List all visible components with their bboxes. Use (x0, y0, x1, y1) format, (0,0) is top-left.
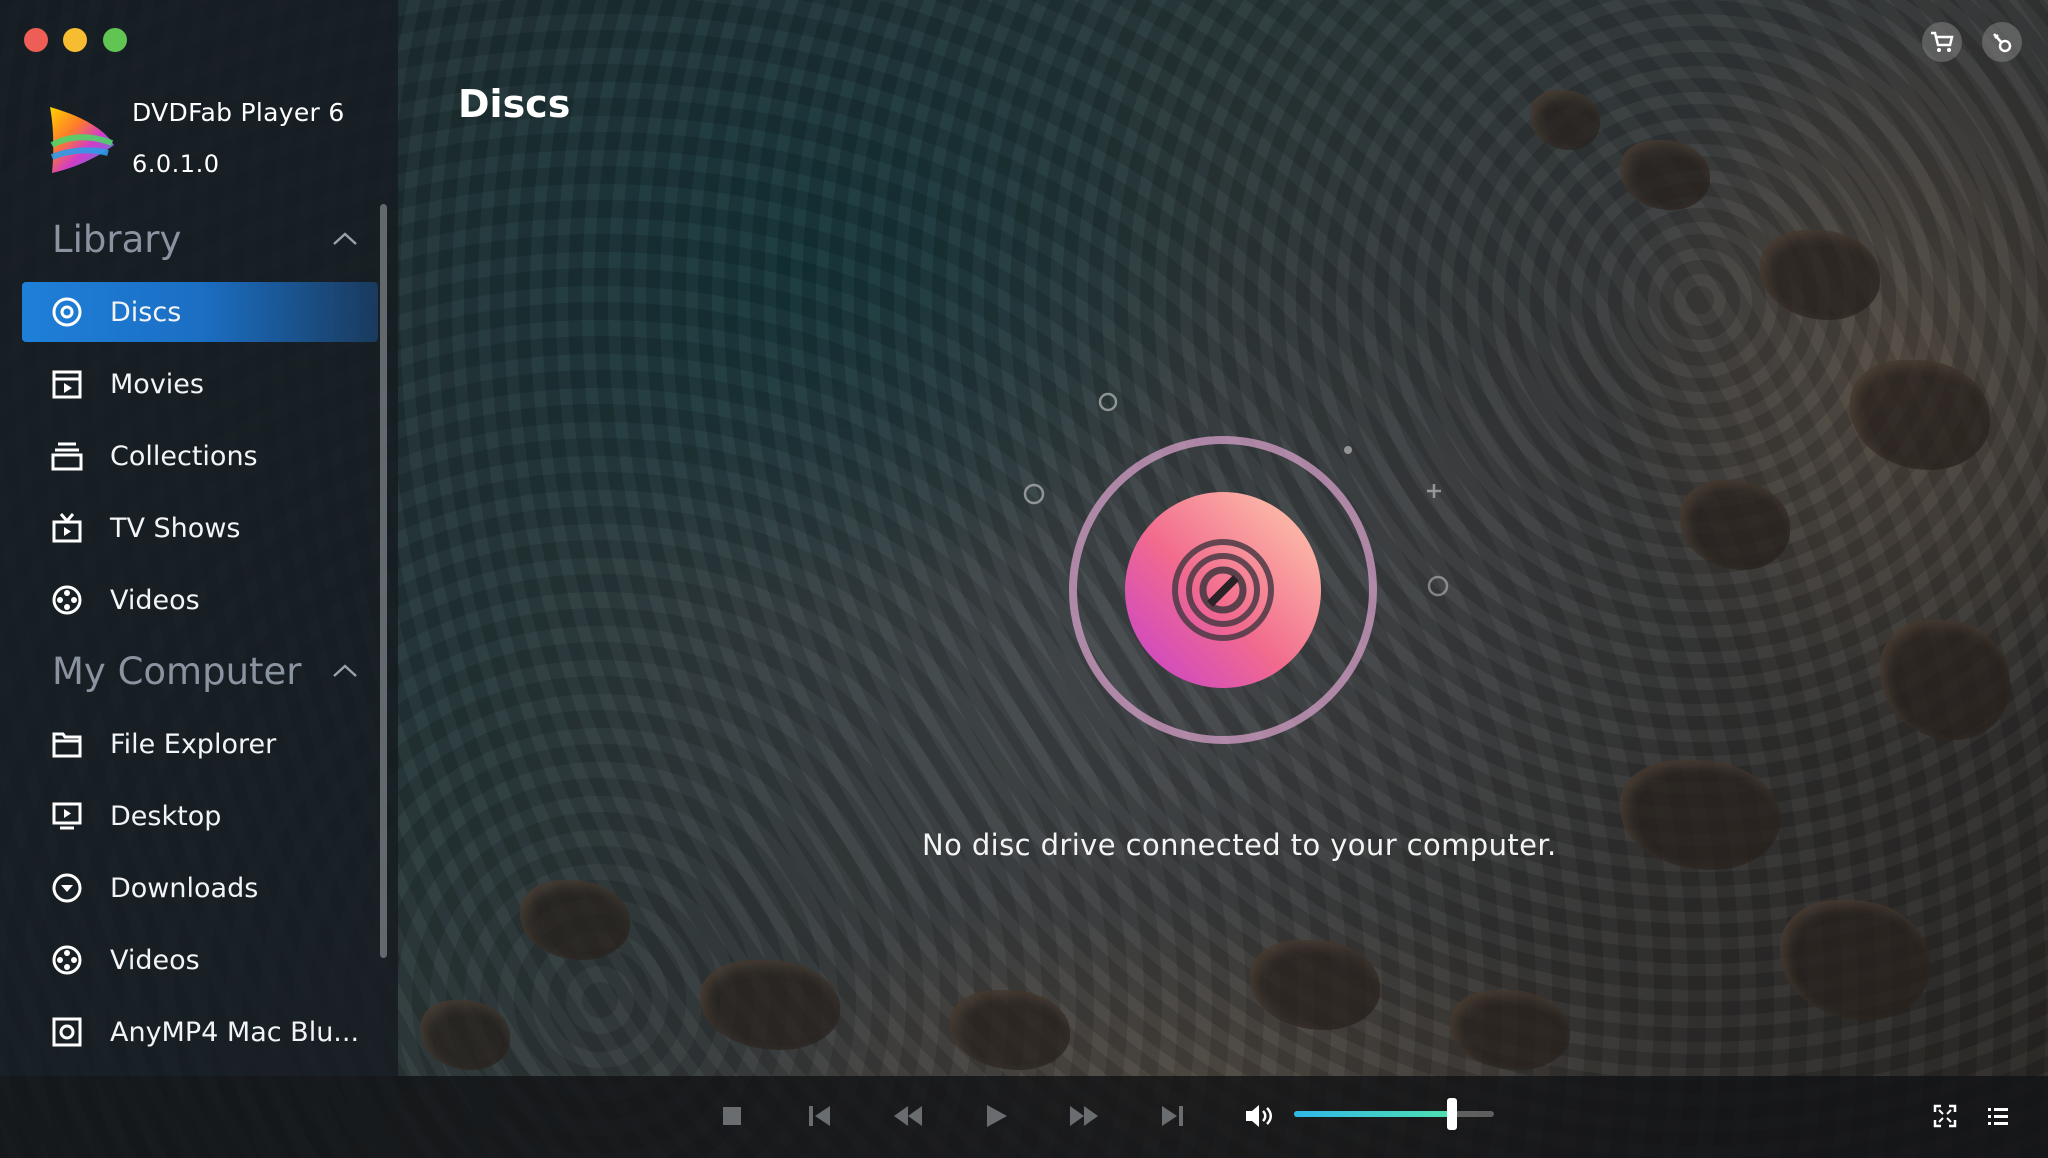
library-section-title: Library (52, 218, 182, 261)
sidebar-item-label: Videos (110, 944, 200, 976)
sidebar-item-label: Downloads (110, 872, 259, 904)
register-button[interactable] (1982, 22, 2022, 62)
tv-icon (50, 511, 84, 545)
sidebar-item-label: AnyMP4 Mac Blu... (110, 1016, 360, 1048)
fullscreen-button[interactable] (1927, 1098, 1963, 1134)
sidebar-item-label: Movies (110, 368, 204, 400)
volume-icon (1246, 1105, 1272, 1127)
cart-button[interactable] (1922, 22, 1962, 62)
rewind-button[interactable] (890, 1098, 926, 1134)
sidebar-scrollbar[interactable] (380, 204, 387, 958)
disc-icon (50, 295, 84, 329)
background-rock (1780, 900, 1930, 1020)
sidebar-item-label: Desktop (110, 800, 222, 832)
sidebar-item-anymp4-drive[interactable]: AnyMP4 Mac Blu... (22, 1002, 378, 1062)
background-rock (1760, 230, 1880, 320)
sidebar: DVDFab Player 6 6.0.1.0 Library Discs Mo… (0, 0, 398, 1076)
background-rock (1850, 360, 1990, 470)
sidebar-item-discs[interactable]: Discs (22, 282, 378, 342)
sidebar-item-label: TV Shows (110, 512, 241, 544)
chevron-up-icon[interactable] (332, 232, 358, 246)
rewind-icon (894, 1106, 922, 1126)
sidebar-item-videos[interactable]: Videos (22, 570, 378, 630)
fast-forward-icon (1070, 1106, 1098, 1126)
play-icon (987, 1105, 1007, 1127)
sidebar-item-collections[interactable]: Collections (22, 426, 378, 486)
app-window: DVDFab Player 6 6.0.1.0 Library Discs Mo… (0, 0, 2048, 1158)
background-rock (420, 1000, 510, 1070)
player-control-bar (0, 1076, 2048, 1158)
sparkle-decoration (1023, 392, 1449, 597)
sidebar-item-desktop[interactable]: Desktop (22, 786, 378, 846)
previous-icon (809, 1106, 830, 1126)
chevron-up-icon[interactable] (332, 664, 358, 678)
playlist-button[interactable] (1980, 1098, 2016, 1134)
app-version: 6.0.1.0 (132, 150, 220, 178)
download-icon (50, 871, 84, 905)
window-close-button[interactable] (24, 28, 48, 52)
sidebar-item-label: Discs (110, 296, 182, 328)
app-logo-icon (50, 107, 114, 173)
app-name: DVDFab Player 6 (132, 98, 345, 127)
background-rock (1530, 90, 1600, 150)
sidebar-item-tv-shows[interactable]: TV Shows (22, 498, 378, 558)
film-reel-icon (50, 583, 84, 617)
mute-button[interactable] (1242, 1098, 1278, 1134)
volume-slider-fill (1294, 1111, 1452, 1117)
playlist-icon (1988, 1108, 2008, 1125)
sidebar-item-file-explorer[interactable]: File Explorer (22, 714, 378, 774)
previous-button[interactable] (802, 1098, 838, 1134)
background-rock (1680, 480, 1790, 570)
background-rock (1450, 990, 1570, 1070)
key-icon (1993, 33, 2012, 53)
fullscreen-icon (1933, 1104, 1957, 1128)
sidebar-item-videos-folder[interactable]: Videos (22, 930, 378, 990)
movie-icon (50, 367, 84, 401)
background-rock (1250, 940, 1380, 1030)
background-rock (1620, 760, 1780, 870)
collections-icon (50, 439, 84, 473)
sidebar-item-label: Collections (110, 440, 258, 472)
sidebar-item-movies[interactable]: Movies (22, 354, 378, 414)
background-rock (950, 990, 1070, 1070)
cart-icon (1931, 31, 1954, 52)
sidebar-item-downloads[interactable]: Downloads (22, 858, 378, 918)
sidebar-item-label: File Explorer (110, 728, 277, 760)
sidebar-item-label: Videos (110, 584, 200, 616)
window-minimize-button[interactable] (63, 28, 87, 52)
no-disc-message: No disc drive connected to your computer… (922, 828, 1557, 862)
page-title: Discs (458, 82, 571, 126)
stop-button[interactable] (714, 1098, 750, 1134)
background-rock (700, 960, 840, 1050)
folder-icon (50, 727, 84, 761)
drive-icon (50, 1015, 84, 1049)
play-button[interactable] (978, 1098, 1014, 1134)
background-rock (1880, 620, 2010, 740)
background-rock (1620, 140, 1710, 210)
film-reel-icon (50, 943, 84, 977)
stop-icon (723, 1107, 741, 1125)
volume-slider[interactable] (1294, 1098, 1494, 1130)
background-rock (520, 880, 630, 960)
window-zoom-button[interactable] (103, 28, 127, 52)
next-icon (1162, 1106, 1183, 1126)
volume-slider-thumb[interactable] (1447, 1098, 1457, 1130)
next-button[interactable] (1154, 1098, 1190, 1134)
fast-forward-button[interactable] (1066, 1098, 1102, 1134)
my-computer-section-title: My Computer (52, 650, 302, 693)
desktop-icon (50, 799, 84, 833)
